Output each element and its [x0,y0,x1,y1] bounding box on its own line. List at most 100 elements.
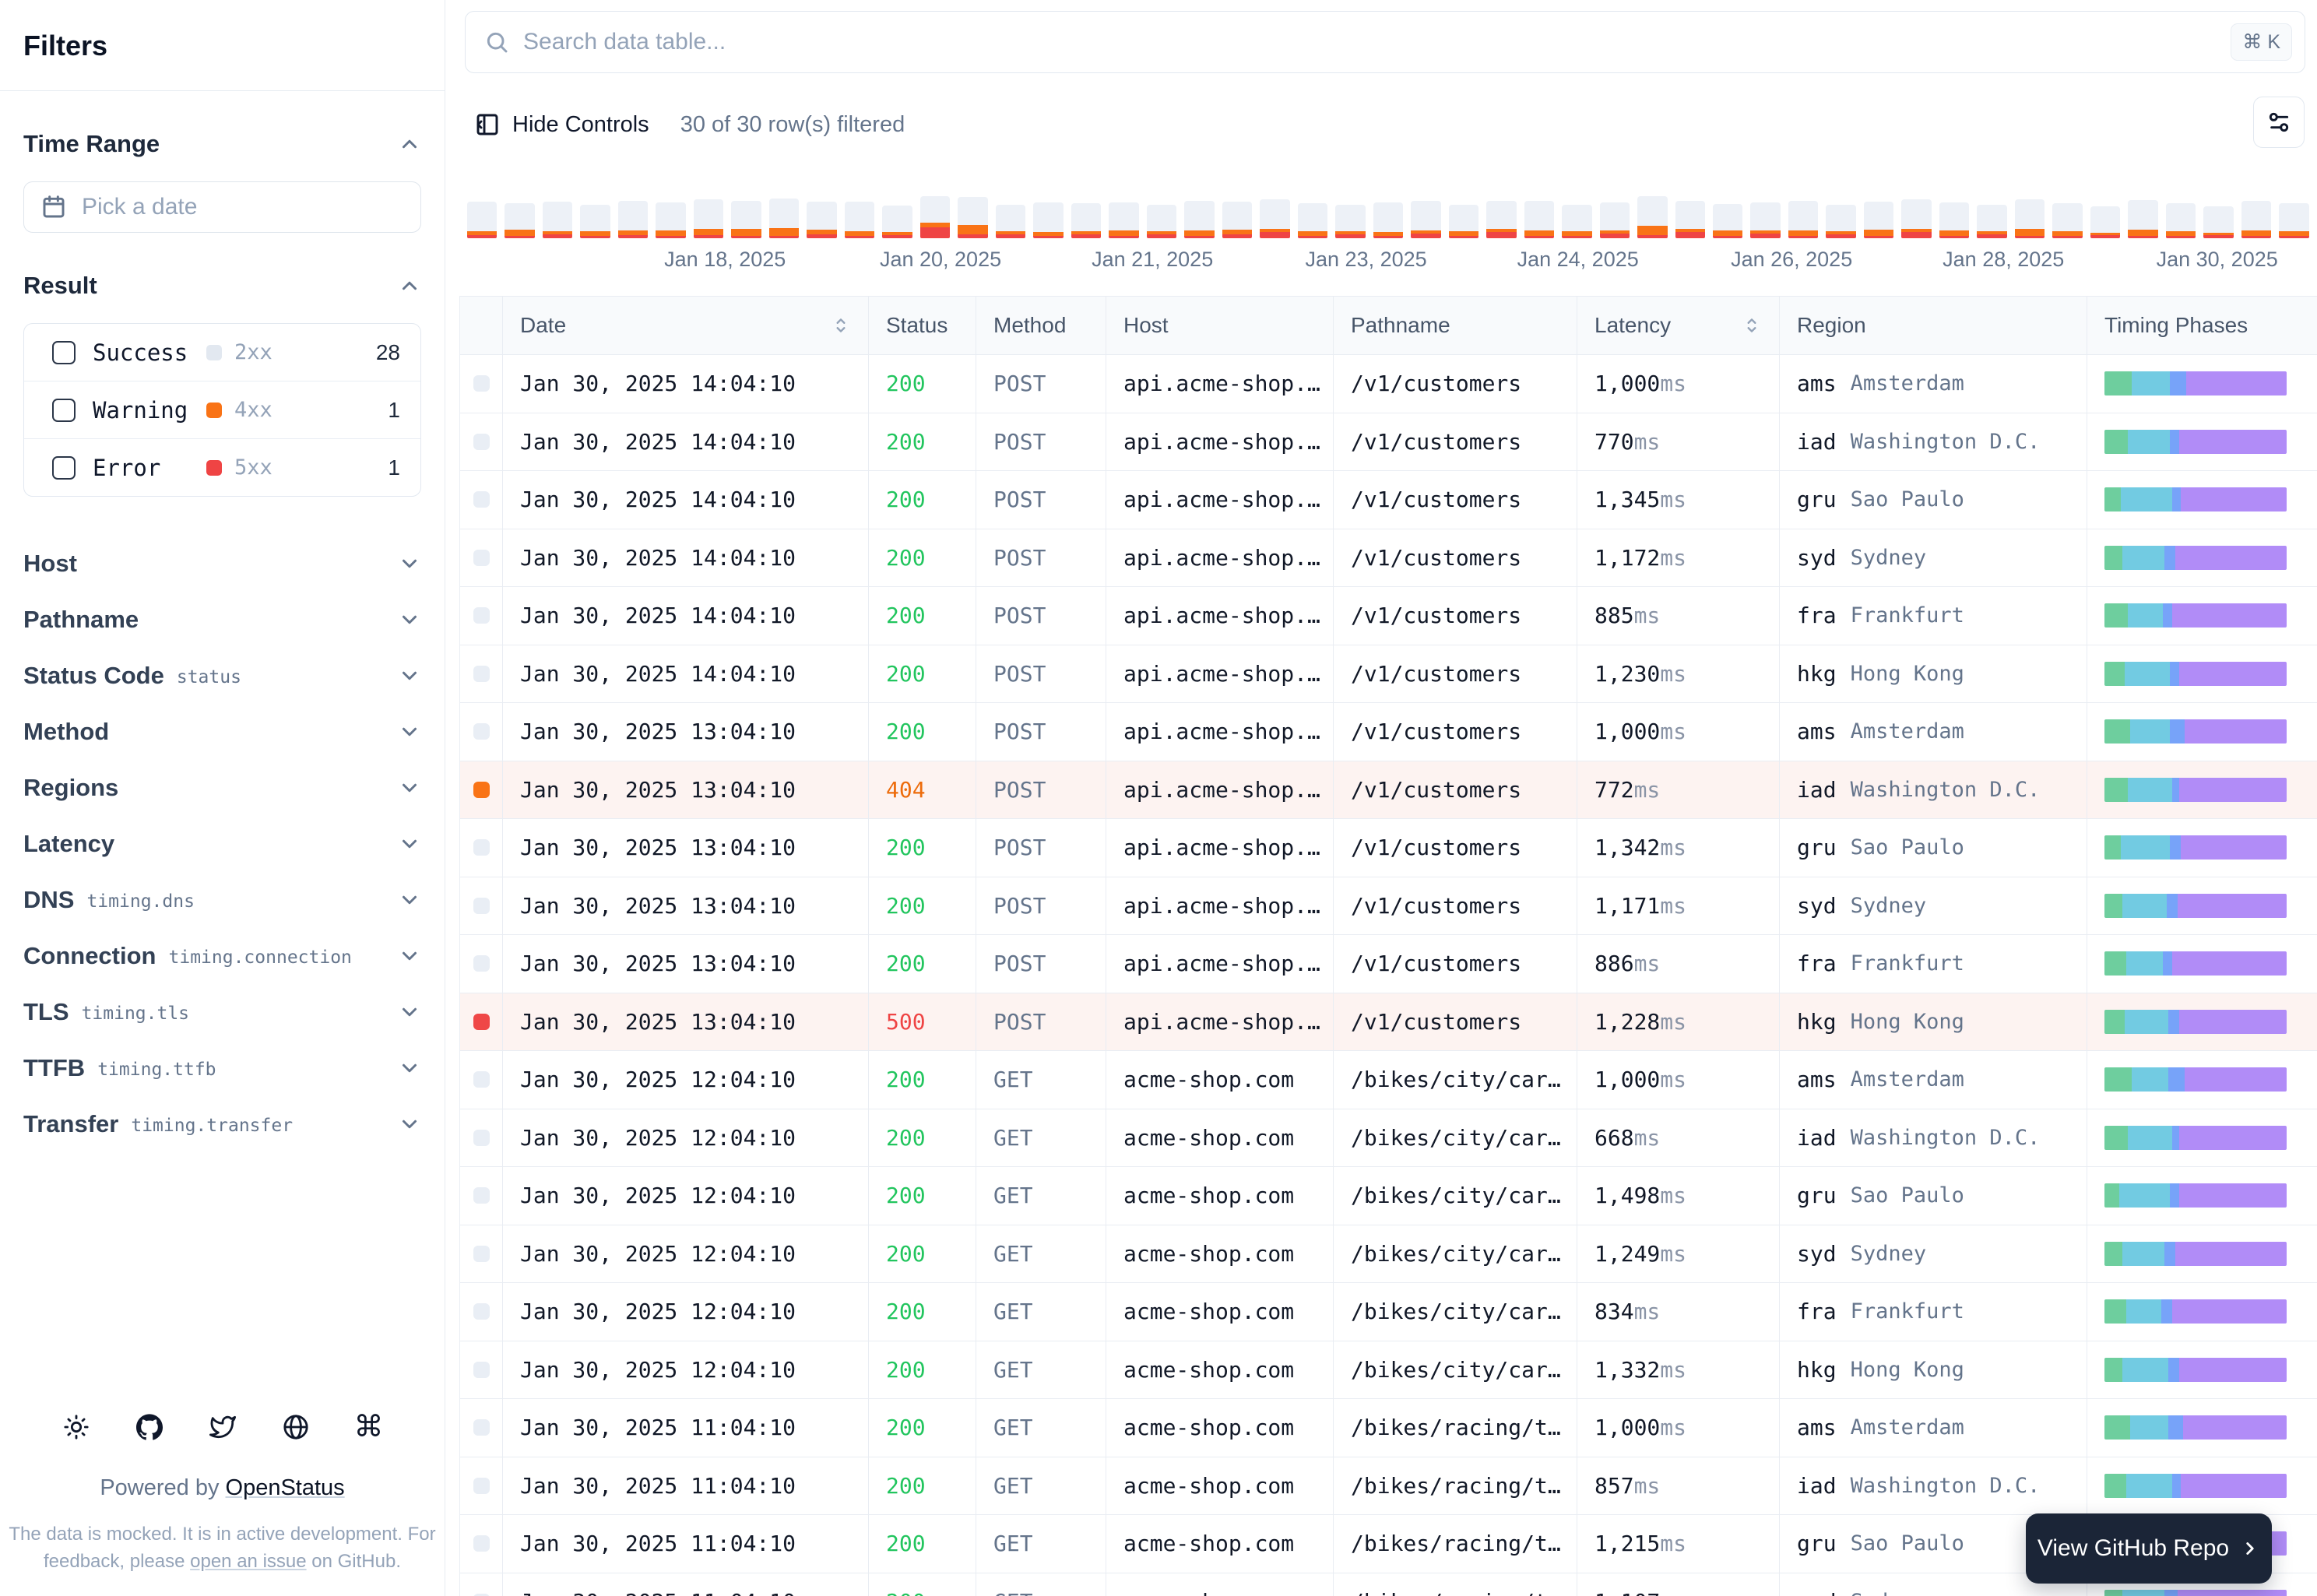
hide-controls-button[interactable]: Hide Controls [475,112,649,138]
histogram-bar[interactable] [2279,203,2309,238]
result-filter-row-success[interactable]: Success 2xx 28 [24,324,420,381]
github-icon[interactable] [135,1413,163,1441]
column-header-pathname[interactable]: Pathname [1334,297,1577,354]
column-header-timing-phases[interactable]: Timing Phases [2087,297,2317,354]
histogram-bar[interactable] [1448,205,1479,238]
histogram-bar[interactable] [882,206,912,238]
histogram-bar[interactable] [1977,205,2007,238]
histogram-bar[interactable] [1033,202,1064,238]
histogram-bar[interactable] [2241,201,2272,238]
histogram-bar[interactable] [1675,201,1705,238]
histogram-bar[interactable] [1901,199,1932,238]
histogram-bar[interactable] [1562,205,1592,238]
histogram-bar[interactable] [1750,202,1781,238]
sidebar-filter-latency[interactable]: Latency [0,816,445,872]
histogram-bar[interactable] [958,197,988,238]
table-row[interactable]: Jan 30, 2025 13:04:10 500 POST api.acme-sho… [460,993,2317,1051]
histogram-bar[interactable] [1939,202,1970,238]
histogram-bar[interactable] [768,199,800,238]
theme-toggle-button[interactable] [62,1413,90,1441]
sidebar-filter-status-code[interactable]: Status Code status [0,648,445,704]
table-row[interactable]: Jan 30, 2025 12:04:10 200 GET acme-shop.com… [460,1051,2317,1109]
histogram-bar[interactable] [2090,206,2121,238]
sidebar-filter-transfer[interactable]: Transfer timing.transfer [0,1096,445,1152]
twitter-icon[interactable] [209,1413,237,1441]
table-row[interactable]: Jan 30, 2025 12:04:10 200 GET acme-shop.com… [460,1109,2317,1167]
sidebar-filter-regions[interactable]: Regions [0,760,445,816]
column-header-date[interactable]: Date [503,297,869,354]
histogram-bar[interactable] [656,202,686,238]
histogram-bar[interactable] [1788,201,1819,238]
histogram-bar[interactable] [1373,202,1404,238]
sort-icon[interactable] [831,315,851,336]
histogram-bar[interactable] [505,203,535,238]
histogram-bar[interactable] [1260,199,1290,238]
histogram-bar[interactable] [1524,201,1555,238]
table-row[interactable]: Jan 30, 2025 14:04:10 200 POST api.acme-sho… [460,355,2317,413]
section-time-range[interactable]: Time Range [0,127,445,161]
histogram-bar[interactable] [1184,201,1215,238]
column-header-select[interactable] [460,297,503,354]
table-row[interactable]: Jan 30, 2025 14:04:10 200 POST api.acme-sho… [460,413,2317,471]
histogram-bar[interactable] [807,202,837,238]
histogram-bar[interactable] [1411,201,1441,238]
table-row[interactable]: Jan 30, 2025 13:04:10 200 POST api.acme-sho… [460,877,2317,935]
checkbox[interactable] [52,398,76,422]
histogram-bar[interactable] [1826,205,1856,238]
histogram-bar[interactable] [2052,203,2083,238]
histogram-bar[interactable] [1863,202,1894,238]
table-row[interactable]: Jan 30, 2025 14:04:10 200 POST api.acme-sho… [460,587,2317,645]
sidebar-filter-method[interactable]: Method [0,704,445,760]
open-issue-link[interactable]: open an issue [190,1551,306,1572]
table-row[interactable]: Jan 30, 2025 14:04:10 200 POST api.acme-sho… [460,645,2317,703]
table-row[interactable]: Jan 30, 2025 13:04:10 200 POST api.acme-sho… [460,703,2317,761]
histogram-bar[interactable] [1297,203,1328,238]
command-icon[interactable]: ⌘ [354,1412,384,1442]
histogram-bar[interactable] [1146,205,1177,238]
column-header-method[interactable]: Method [976,297,1106,354]
histogram-bar[interactable] [995,205,1026,238]
column-header-status[interactable]: Status [869,297,976,354]
histogram-bar[interactable] [1637,196,1668,238]
table-row[interactable]: Jan 30, 2025 11:04:10200GETacme-shop.com… [460,1457,2317,1515]
sort-icon[interactable] [1742,315,1762,336]
histogram-bar[interactable] [1599,202,1630,238]
histogram-bar[interactable] [731,201,761,238]
histogram-bar[interactable] [1071,203,1102,238]
histogram-bar[interactable] [2165,203,2196,238]
histogram-bar[interactable] [1712,204,1743,238]
openstatus-link[interactable]: OpenStatus [226,1475,345,1500]
table-row[interactable]: Jan 30, 2025 13:04:10 200 POST api.acme-sho… [460,935,2317,993]
checkbox[interactable] [52,340,76,364]
histogram-bar[interactable] [580,205,610,238]
table-row[interactable]: Jan 30, 2025 12:04:10 200 GET acme-shop.com… [460,1167,2317,1225]
histogram-bar[interactable] [693,199,724,238]
histogram-bar[interactable] [2014,199,2045,238]
sidebar-filter-dns[interactable]: DNS timing.dns [0,872,445,928]
section-result[interactable]: Result [0,269,445,303]
view-github-repo-button[interactable]: View GitHub Repo [2026,1513,2272,1584]
column-header-region[interactable]: Region [1780,297,2087,354]
sidebar-filter-connection[interactable]: Connection timing.connection [0,928,445,984]
histogram-bar[interactable] [1486,201,1517,238]
column-header-latency[interactable]: Latency [1577,297,1780,354]
histogram-bar[interactable] [2203,206,2234,238]
table-row[interactable]: Jan 30, 2025 13:04:10 200 POST api.acme-sho… [460,819,2317,877]
histogram-bar[interactable] [2128,200,2158,238]
view-options-button[interactable] [2253,97,2305,148]
histogram-bar[interactable] [467,202,498,238]
histogram-bar[interactable] [1335,205,1366,238]
table-row[interactable]: Jan 30, 2025 14:04:10 200 POST api.acme-sho… [460,471,2317,529]
histogram-bar[interactable] [542,202,573,238]
column-header-host[interactable]: Host [1106,297,1334,354]
histogram-bar[interactable] [617,201,649,238]
sidebar-filter-ttfb[interactable]: TTFB timing.ttfb [0,1040,445,1096]
table-row[interactable]: Jan 30, 2025 14:04:10 200 POST api.acme-sho… [460,529,2317,587]
result-filter-row-warning[interactable]: Warning 4xx 1 [24,381,420,438]
table-row[interactable]: Jan 30, 2025 12:04:10 200 GET acme-shop.com… [460,1341,2317,1399]
table-row[interactable]: Jan 30, 2025 12:04:10 200 GET acme-shop.com… [460,1283,2317,1341]
histogram-bar[interactable] [1222,202,1253,238]
sidebar-filter-pathname[interactable]: Pathname [0,592,445,648]
histogram-bar[interactable] [1109,202,1139,238]
sidebar-filter-host[interactable]: Host [0,536,445,592]
